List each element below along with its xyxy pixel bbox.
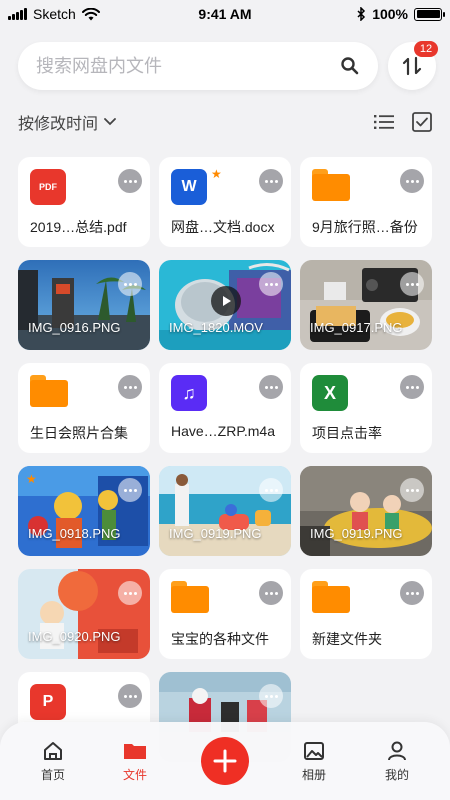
- more-button[interactable]: [259, 581, 283, 605]
- battery-percent: 100%: [372, 6, 408, 22]
- folder-card[interactable]: 宝宝的各种文件: [159, 569, 291, 659]
- file-grid: PDF 2019…总结.pdf W ★ 网盘…文档.docx 9月旅行照…备份 …: [18, 157, 432, 762]
- battery-level: [416, 10, 440, 18]
- music-note-icon: ♫: [171, 375, 207, 411]
- file-name: 网盘…文档.docx: [171, 219, 275, 235]
- file-card-docx[interactable]: W ★ 网盘…文档.docx: [159, 157, 291, 247]
- status-bar: Sketch 9:41 AM 100%: [0, 0, 450, 28]
- file-name: IMG_0919.PNG: [310, 526, 403, 541]
- file-name: IMG_0920.PNG: [28, 629, 121, 644]
- more-button[interactable]: [400, 272, 424, 296]
- file-name: 项目点击率: [312, 425, 382, 441]
- up-down-arrows-icon: [402, 56, 422, 76]
- nav-album[interactable]: 相册: [284, 740, 344, 783]
- more-button[interactable]: [118, 169, 142, 193]
- file-name: 2019…总结.pdf: [30, 219, 127, 235]
- folder-card[interactable]: 9月旅行照…备份: [300, 157, 432, 247]
- bluetooth-icon: [357, 7, 366, 21]
- select-checkbox-icon[interactable]: [412, 112, 432, 132]
- photo-card[interactable]: IMG_0916.PNG: [18, 260, 150, 350]
- nav-mine[interactable]: 我的: [367, 740, 427, 783]
- nav-album-label: 相册: [301, 768, 326, 782]
- folder-icon: [30, 375, 68, 407]
- more-button[interactable]: [400, 581, 424, 605]
- photo-card[interactable]: IMG_0919.PNG: [300, 466, 432, 556]
- more-button[interactable]: [118, 581, 142, 605]
- file-card-pdf[interactable]: PDF 2019…总结.pdf: [18, 157, 150, 247]
- status-right: 100%: [357, 6, 445, 22]
- search-icon[interactable]: [340, 56, 360, 76]
- file-name: 新建文件夹: [312, 631, 382, 647]
- ppt-file-icon: P: [30, 684, 66, 720]
- carrier-group: Sketch: [8, 6, 100, 22]
- chevron-down-icon: [104, 118, 116, 126]
- more-button[interactable]: [118, 375, 142, 399]
- folder-icon: [312, 581, 350, 613]
- sort-row: 按修改时间: [18, 110, 432, 134]
- file-name: 生日会照片合集: [30, 425, 128, 441]
- file-name: Have…ZRP.m4a: [171, 423, 276, 439]
- excel-card[interactable]: X 项目点击率: [300, 363, 432, 453]
- nav-files[interactable]: 文件: [105, 740, 165, 783]
- sort-label: 按修改时间: [18, 116, 99, 133]
- signal-icon: [8, 8, 27, 20]
- list-view-icon[interactable]: [374, 114, 394, 130]
- folder-card[interactable]: 新建文件夹: [300, 569, 432, 659]
- star-icon: ★: [26, 472, 37, 486]
- search-bar[interactable]: [18, 42, 378, 90]
- more-button[interactable]: [400, 375, 424, 399]
- pdf-file-icon: PDF: [30, 169, 66, 205]
- battery-icon: [414, 7, 445, 21]
- more-button[interactable]: [259, 169, 283, 193]
- transfer-count-badge: 12: [414, 41, 438, 57]
- folder-icon: [312, 169, 350, 201]
- word-file-icon: W: [171, 169, 207, 205]
- more-button[interactable]: [259, 684, 283, 708]
- more-button[interactable]: [259, 375, 283, 399]
- more-button[interactable]: [400, 478, 424, 502]
- more-button[interactable]: [118, 272, 142, 296]
- photo-card[interactable]: ★ IMG_0918.PNG: [18, 466, 150, 556]
- file-name: IMG_0917.PNG: [310, 320, 403, 335]
- file-name: IMG_0919.PNG: [169, 526, 262, 541]
- more-button[interactable]: [118, 478, 142, 502]
- more-button[interactable]: [118, 684, 142, 708]
- file-name: IMG_0918.PNG: [28, 526, 121, 541]
- view-actions: [374, 112, 432, 132]
- folder-icon: [171, 581, 209, 613]
- star-icon: ★: [211, 167, 222, 181]
- file-name: 宝宝的各种文件: [171, 631, 269, 647]
- file-name: IMG_0916.PNG: [28, 320, 121, 335]
- user-icon: [388, 741, 406, 761]
- sort-dropdown[interactable]: 按修改时间: [18, 110, 116, 134]
- nav-home-label: 首页: [40, 768, 65, 782]
- home-icon: [44, 742, 62, 760]
- bottom-nav: 首页 文件 相册 我的: [0, 722, 450, 800]
- nav-mine-label: 我的: [384, 768, 409, 782]
- more-button[interactable]: [259, 272, 283, 296]
- image-icon: [304, 742, 324, 760]
- add-button[interactable]: [201, 737, 249, 785]
- more-button[interactable]: [400, 169, 424, 193]
- play-icon[interactable]: [211, 286, 241, 316]
- file-name: IMG_1820.MOV: [169, 320, 263, 335]
- photo-card[interactable]: IMG_0920.PNG: [18, 569, 150, 659]
- folder-icon: [124, 744, 146, 759]
- carrier-name: Sketch: [33, 6, 76, 22]
- photo-card[interactable]: IMG_0919.PNG: [159, 466, 291, 556]
- plus-icon: [213, 749, 237, 773]
- excel-file-icon: X: [312, 375, 348, 411]
- photo-card[interactable]: IMG_0917.PNG: [300, 260, 432, 350]
- video-card[interactable]: IMG_1820.MOV: [159, 260, 291, 350]
- audio-card[interactable]: ♫ Have…ZRP.m4a: [159, 363, 291, 453]
- file-name: 9月旅行照…备份: [312, 219, 418, 235]
- nav-files-label: 文件: [122, 768, 147, 782]
- search-input[interactable]: [36, 55, 340, 77]
- nav-home[interactable]: 首页: [23, 740, 83, 783]
- folder-card[interactable]: 生日会照片合集: [18, 363, 150, 453]
- more-button[interactable]: [259, 478, 283, 502]
- wifi-icon: [81, 7, 100, 20]
